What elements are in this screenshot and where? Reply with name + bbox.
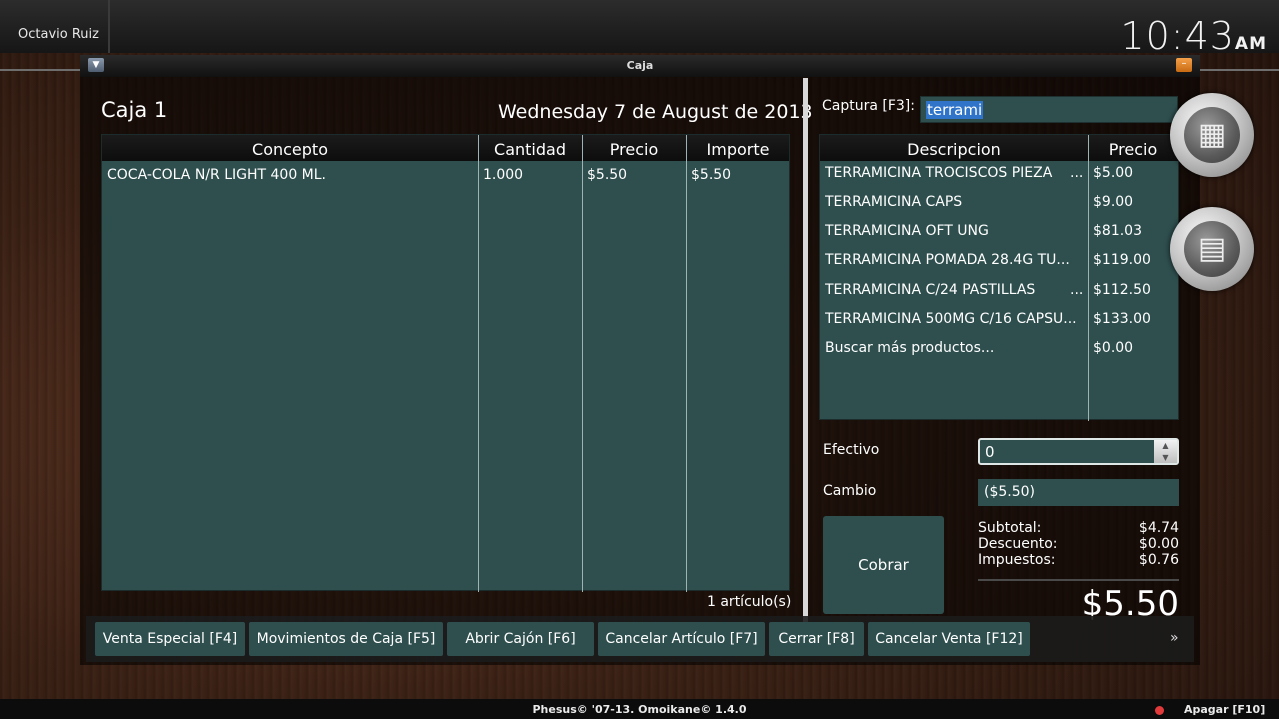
column-header-descripcion[interactable]: Descripcion	[820, 140, 1088, 159]
calendar-icon: ▤	[1197, 231, 1227, 266]
cell-cantidad: 1.000	[483, 167, 524, 183]
product-name: TERRAMICINA TROCISCOS PIEZA	[825, 165, 1053, 181]
power-status-icon	[1155, 706, 1164, 715]
product-results-table[interactable]: Descripcion Precio TERRAMICINA TROCISCOS…	[819, 134, 1179, 421]
product-name: TERRAMICINA C/24 PASTILLAS	[825, 282, 1036, 298]
cell-concepto: COCA-COLA N/R LIGHT 400 ML.	[107, 167, 327, 183]
cerrar-button[interactable]: Cerrar [F8]	[769, 622, 864, 656]
column-divider	[582, 135, 583, 592]
cobrar-button[interactable]: Cobrar	[823, 516, 944, 614]
movimientos-caja-button[interactable]: Movimientos de Caja [F5]	[249, 622, 443, 656]
minimize-button[interactable]: –	[1176, 58, 1192, 72]
list-item[interactable]: Buscar más productos... $0.00	[820, 336, 1178, 365]
chevron-up-icon[interactable]: ▲	[1154, 440, 1177, 451]
divider	[978, 579, 1179, 581]
list-item[interactable]: TERRAMICINA OFT UNG $81.03	[820, 219, 1178, 248]
user-name: Octavio Ruiz	[18, 27, 99, 42]
panel-splitter[interactable]	[803, 78, 808, 624]
efectivo-field[interactable]: 0 ▲ ▼	[978, 438, 1179, 465]
item-count: 1 artículo(s)	[707, 594, 792, 610]
subtotal-label: Subtotal:	[978, 520, 1042, 536]
table-header: Descripcion Precio	[820, 135, 1178, 161]
ticket-table[interactable]: Concepto Cantidad Precio Importe COCA-CO…	[101, 134, 790, 592]
venta-especial-button[interactable]: Venta Especial [F4]	[95, 622, 245, 656]
more-button[interactable]: »	[1170, 630, 1179, 646]
product-name: TERRAMICINA 500MG C/16 CAPSU...	[825, 311, 1077, 327]
register-date: Wednesday 7 de August de 2013	[498, 101, 813, 123]
list-item[interactable]: TERRAMICINA 500MG C/16 CAPSU... $133.00	[820, 307, 1178, 336]
column-header-precio[interactable]: Precio	[1088, 140, 1178, 159]
product-price: $133.00	[1093, 311, 1151, 327]
column-header-importe[interactable]: Importe	[686, 140, 790, 159]
list-item[interactable]: TERRAMICINA CAPS $9.00	[820, 190, 1178, 219]
product-price: $119.00	[1093, 252, 1151, 268]
divider	[108, 0, 110, 53]
register-title: Caja 1	[101, 98, 168, 122]
capture-label: Captura [F3]:	[822, 98, 915, 114]
list-item[interactable]: TERRAMICINA POMADA 28.4G TU... $119.00	[820, 248, 1178, 277]
descuento-label: Descuento:	[978, 536, 1058, 552]
impuestos-label: Impuestos:	[978, 552, 1056, 568]
top-bar: Octavio Ruiz 10:43AM	[0, 0, 1279, 58]
calendar-button[interactable]: ▤	[1170, 207, 1254, 291]
ellipsis: ...	[1070, 282, 1084, 298]
clock: 10:43AM	[1120, 14, 1267, 58]
product-price: $9.00	[1093, 194, 1134, 210]
status-bar: Phesus© '07-13. Omoikane© 1.4.0	[0, 699, 1279, 719]
product-name: TERRAMICINA POMADA 28.4G TU...	[825, 252, 1070, 268]
product-name: Buscar más productos...	[825, 340, 995, 356]
efectivo-value: 0	[985, 443, 995, 461]
quantity-stepper[interactable]: ▲ ▼	[1154, 440, 1177, 463]
efectivo-label: Efectivo	[823, 442, 880, 458]
abrir-cajon-button[interactable]: Abrir Cajón [F6]	[447, 622, 594, 656]
column-divider	[478, 135, 479, 592]
subtotal-value: $4.74	[1138, 520, 1179, 536]
product-price: $81.03	[1093, 223, 1142, 239]
capture-input-value: terrami	[926, 101, 984, 119]
ellipsis: ...	[1070, 165, 1084, 181]
descuento-value: $0.00	[1138, 536, 1179, 552]
product-name: TERRAMICINA CAPS	[825, 194, 963, 210]
column-header-precio[interactable]: Precio	[582, 140, 686, 159]
cell-precio: $5.50	[587, 167, 628, 183]
cambio-field: ($5.50)	[978, 479, 1179, 506]
product-name: TERRAMICINA OFT UNG	[825, 223, 989, 239]
product-price: $112.50	[1093, 282, 1151, 298]
column-header-cantidad[interactable]: Cantidad	[478, 140, 582, 159]
impuestos-value: $0.76	[1138, 552, 1179, 568]
calculator-icon: ▦	[1197, 117, 1227, 152]
cancelar-articulo-button[interactable]: Cancelar Artículo [F7]	[598, 622, 765, 656]
button-face: ▦	[1184, 107, 1240, 163]
shutdown-button[interactable]: Apagar [F10]	[1184, 703, 1265, 716]
calculator-button[interactable]: ▦	[1170, 93, 1254, 177]
cambio-value: ($5.50)	[984, 484, 1036, 500]
cobrar-label: Cobrar	[858, 556, 909, 574]
list-item[interactable]: TERRAMICINA TROCISCOS PIEZA ... $5.00	[820, 161, 1178, 190]
cell-importe: $5.50	[691, 167, 732, 183]
window-title: Caja	[626, 59, 654, 72]
column-divider	[686, 135, 687, 592]
capture-input[interactable]: terrami	[920, 96, 1178, 123]
list-item[interactable]: TERRAMICINA C/24 PASTILLAS ... $112.50	[820, 278, 1178, 307]
window-titlebar: ▼ Caja –	[80, 55, 1200, 77]
chevron-down-icon[interactable]: ▼	[1154, 452, 1177, 463]
cancelar-venta-button[interactable]: Cancelar Venta [F12]	[868, 622, 1030, 656]
cambio-label: Cambio	[823, 483, 877, 499]
product-price: $5.00	[1093, 165, 1134, 181]
product-price: $0.00	[1093, 340, 1134, 356]
clock-time: 10:43	[1120, 14, 1235, 58]
button-face: ▤	[1184, 221, 1240, 277]
copyright-text: Phesus© '07-13. Omoikane© 1.4.0	[532, 703, 747, 716]
column-header-concepto[interactable]: Concepto	[102, 140, 478, 159]
clock-ampm: AM	[1234, 34, 1267, 54]
